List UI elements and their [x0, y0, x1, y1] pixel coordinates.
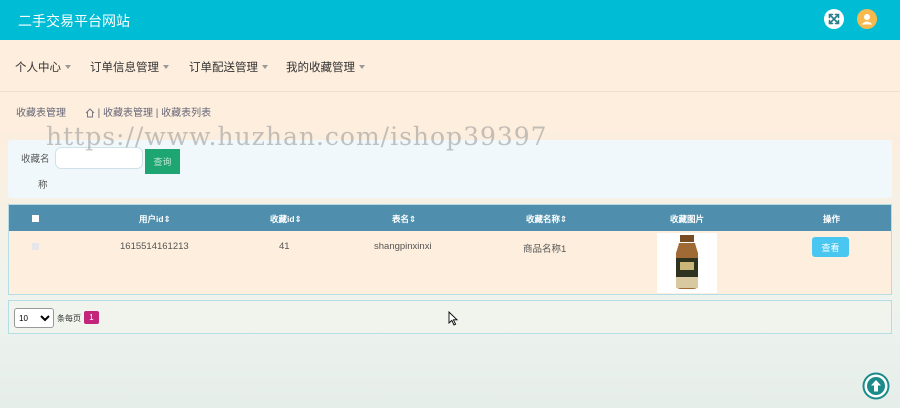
top-header: 二手交易平台网站 — [0, 0, 900, 40]
nav-personal-center[interactable]: 个人中心 — [15, 59, 71, 75]
product-image — [657, 233, 717, 293]
sort-icon: ⇕ — [409, 214, 417, 224]
column-header-table-name[interactable]: 表名⇕ — [392, 213, 416, 225]
search-button[interactable]: 查询 — [145, 149, 180, 174]
breadcrumb-root: 收藏表管理 — [16, 108, 66, 119]
chevron-down-icon — [359, 65, 365, 69]
breadcrumb: 收藏表管理 | 收藏表管理 | 收藏表列表 — [16, 104, 211, 121]
favorite-name-search-input[interactable] — [55, 147, 143, 169]
search-label: 收藏名 — [21, 154, 50, 165]
nav-label: 个人中心 — [15, 62, 61, 74]
cell-fav-name: 商品名称1 — [523, 244, 567, 255]
sort-icon: ⇕ — [163, 214, 171, 224]
chevron-down-icon — [262, 65, 268, 69]
page-size-select[interactable]: 10 — [14, 308, 54, 328]
column-header-fav-image: 收藏图片 — [670, 214, 705, 224]
column-header-fav-id[interactable]: 收藏id⇕ — [270, 213, 302, 225]
sort-icon: ⇕ — [294, 214, 302, 224]
row-checkbox[interactable] — [32, 243, 39, 250]
user-avatar-icon — [861, 14, 873, 25]
nav-order-info[interactable]: 订单信息管理 — [90, 59, 169, 75]
select-all-checkbox[interactable] — [32, 215, 39, 222]
nav-order-delivery[interactable]: 订单配送管理 — [189, 59, 268, 75]
cell-fav-id: 41 — [279, 241, 290, 252]
nav-label: 订单信息管理 — [90, 62, 159, 74]
page-number-current[interactable]: 1 — [84, 311, 99, 324]
search-panel: 收藏名 称 查询 — [8, 140, 892, 198]
cell-table-name: shangpinxinxi — [374, 241, 432, 252]
expand-icon — [828, 13, 840, 25]
home-icon[interactable] — [85, 108, 95, 121]
arrow-up-circle-icon — [862, 372, 890, 400]
chevron-down-icon — [65, 65, 71, 69]
cell-user-id: 1615514161213 — [120, 241, 189, 252]
favorites-table: 用户id⇕ 收藏id⇕ 表名⇕ 收藏名称⇕ 收藏图片 操作 1615514161… — [8, 204, 892, 295]
main-nav: 个人中心 订单信息管理 订单配送管理 我的收藏管理 — [0, 40, 900, 92]
column-header-fav-name[interactable]: 收藏名称⇕ — [526, 213, 567, 225]
sort-icon: ⇕ — [560, 214, 568, 224]
view-button[interactable]: 查看 — [812, 237, 849, 257]
mouse-pointer-icon — [448, 311, 458, 326]
app-title: 二手交易平台网站 — [18, 13, 130, 29]
nav-my-favorites[interactable]: 我的收藏管理 — [286, 59, 365, 75]
column-header-actions: 操作 — [823, 214, 841, 224]
breadcrumb-path: | 收藏表管理 | 收藏表列表 — [97, 108, 212, 119]
scroll-to-top-button[interactable] — [862, 372, 890, 400]
nav-label: 订单配送管理 — [189, 62, 258, 74]
nav-label: 我的收藏管理 — [286, 62, 355, 74]
column-header-user-id[interactable]: 用户id⇕ — [139, 213, 171, 225]
fullscreen-button[interactable] — [824, 9, 844, 29]
table-header: 用户id⇕ 收藏id⇕ 表名⇕ 收藏名称⇕ 收藏图片 操作 — [9, 205, 891, 231]
chevron-down-icon — [163, 65, 169, 69]
search-label-wrap: 称 — [38, 180, 48, 191]
user-avatar-button[interactable] — [857, 9, 877, 29]
per-page-label: 条每页 — [57, 314, 81, 323]
